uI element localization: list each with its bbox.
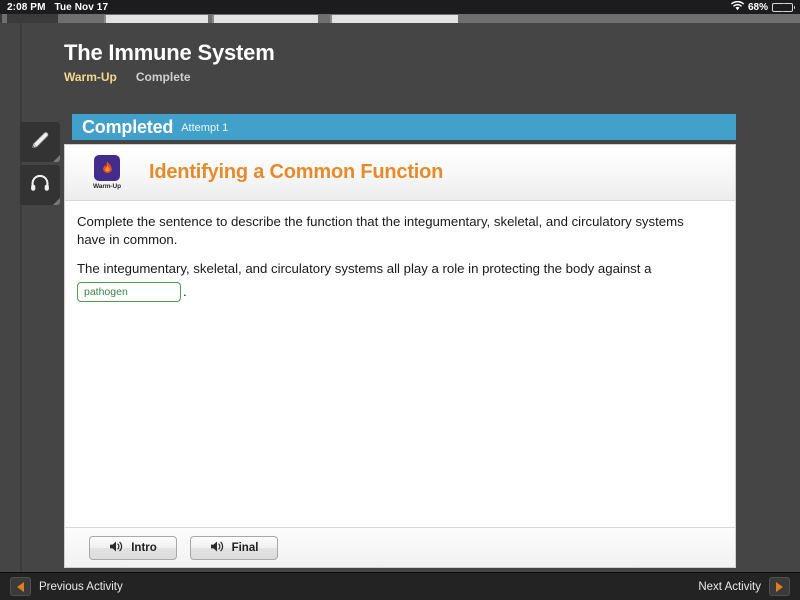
triangle-left-icon (10, 577, 31, 596)
sentence-end-punctuation: . (183, 284, 187, 299)
browser-tab[interactable] (104, 15, 208, 23)
answer-row: . (77, 282, 713, 302)
intro-audio-label: Intro (131, 541, 157, 554)
wifi-icon (731, 0, 744, 14)
speaker-icon (109, 540, 124, 556)
flame-icon (94, 155, 120, 181)
intro-audio-button[interactable]: Intro (89, 535, 177, 560)
left-edge-rail (20, 23, 22, 572)
status-banner: Completed Attempt 1 (72, 114, 736, 140)
status-bar-right-group: 68% (731, 0, 795, 14)
final-audio-button[interactable]: Final (190, 535, 278, 560)
status-bar-time: 2:08 PM (7, 1, 46, 13)
browser-tab[interactable] (330, 15, 458, 23)
pencil-tool-button[interactable] (20, 122, 60, 162)
card-footer: Intro Final (65, 527, 735, 567)
attempt-label: Attempt 1 (181, 122, 229, 134)
breadcrumb: Warm-Up Complete (64, 70, 744, 84)
breadcrumb-status: Complete (135, 70, 191, 84)
bottom-navigation-bar: Previous Activity Next Activity (0, 572, 800, 600)
activity-card: Warm-Up Identifying a Common Function Co… (64, 144, 736, 568)
final-audio-label: Final (231, 541, 259, 554)
battery-percent-label: 68% (747, 1, 768, 13)
answer-input[interactable] (77, 282, 181, 302)
headphones-icon (28, 171, 52, 200)
question-sentence: The integumentary, skeletal, and circula… (77, 259, 713, 302)
browser-tab-strip (0, 14, 800, 23)
status-bar-date: Tue Nov 17 (54, 1, 109, 13)
previous-activity-label: Previous Activity (39, 580, 123, 593)
activity-header: The Immune System Warm-Up Complete (64, 40, 744, 84)
breadcrumb-section[interactable]: Warm-Up (64, 70, 117, 84)
card-body: Complete the sentence to describe the fu… (65, 201, 735, 527)
card-header: Warm-Up Identifying a Common Function (65, 145, 735, 201)
browser-tab[interactable] (212, 15, 318, 23)
warmup-badge-caption: Warm-Up (93, 183, 121, 190)
status-badge: Completed (82, 116, 174, 137)
ios-status-bar: 2:08 PM Tue Nov 17 68% (0, 0, 800, 14)
headphones-tool-button[interactable] (20, 165, 60, 205)
battery-charging-icon (772, 2, 795, 12)
previous-activity-button[interactable]: Previous Activity (10, 577, 123, 596)
question-prompt: Complete the sentence to describe the fu… (77, 214, 684, 247)
sentence-stem: The integumentary, skeletal, and circula… (77, 261, 652, 276)
pencil-icon (28, 128, 52, 157)
next-activity-button[interactable]: Next Activity (698, 577, 790, 596)
speaker-icon (210, 540, 225, 556)
next-activity-label: Next Activity (698, 580, 761, 593)
tab-strip-edge (2, 14, 7, 23)
triangle-right-icon (769, 577, 790, 596)
page-title: The Immune System (64, 40, 275, 65)
warmup-badge: Warm-Up (87, 155, 127, 190)
card-title: Identifying a Common Function (149, 161, 444, 183)
